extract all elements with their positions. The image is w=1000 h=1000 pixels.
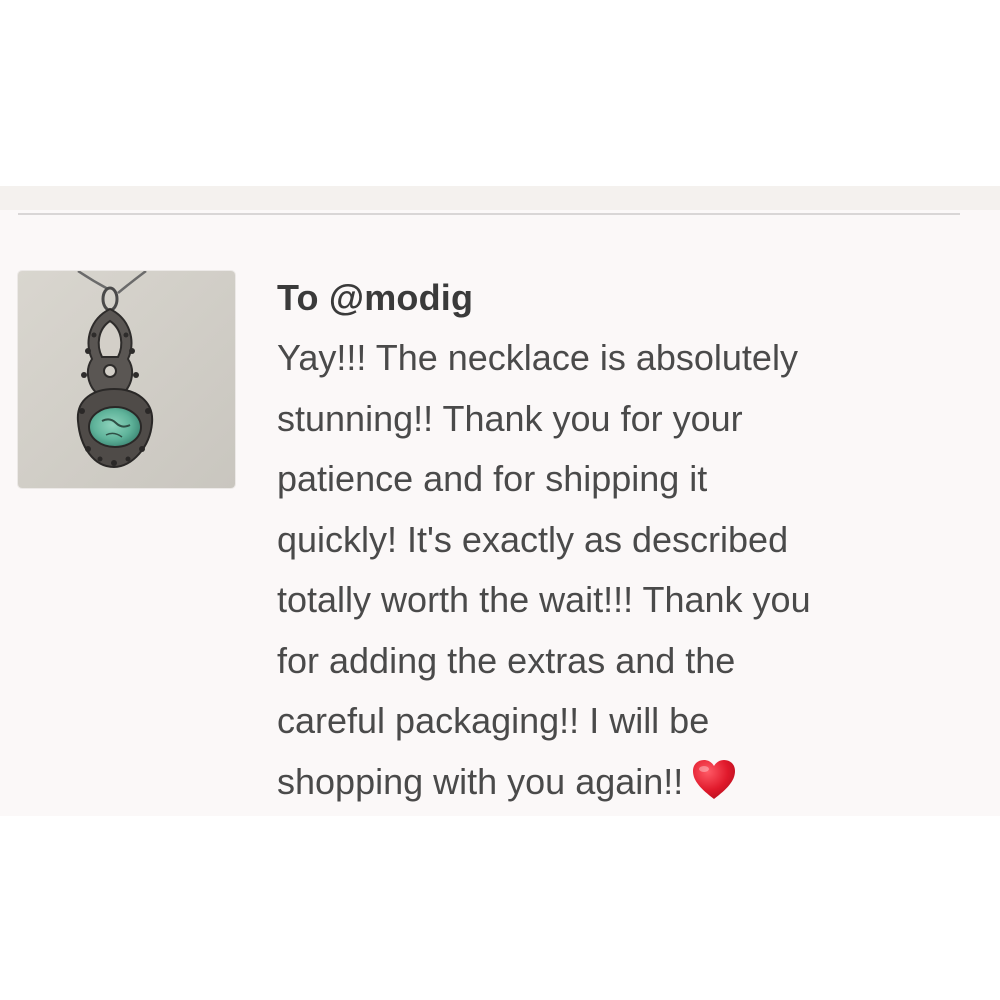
message-line: careful packaging!! I will be <box>277 700 710 741</box>
message-line: quickly! It's exactly as described <box>277 518 789 560</box>
necklace-photo-icon <box>18 271 235 488</box>
message-line: stunning!! Thank you for your <box>277 397 743 439</box>
message-line: totally worth the wait!!! Thank you <box>277 579 811 620</box>
divider <box>18 213 960 215</box>
review-text: To @modig Yay!!! The necklace is absolut… <box>277 274 977 812</box>
heart-emoji-icon <box>693 759 736 799</box>
review-card: To @modig Yay!!! The necklace is absolut… <box>0 186 1000 816</box>
message-body: Yay!!! The necklace is absolutely stunni… <box>277 328 977 812</box>
product-thumbnail[interactable] <box>18 271 235 488</box>
screenshot-canvas: To @modig Yay!!! The necklace is absolut… <box>0 0 1000 1000</box>
message-line: Yay!!! The necklace is absolutely <box>277 337 798 378</box>
message-line-text: shopping with you again!! <box>277 760 684 802</box>
recipient-label: To @modig <box>277 277 474 318</box>
header-band <box>0 186 1000 210</box>
message-line: patience and for shipping it <box>277 458 708 499</box>
message-line: for adding the extras and the <box>277 639 736 681</box>
message-last-line: shopping with you again!! <box>277 752 977 813</box>
